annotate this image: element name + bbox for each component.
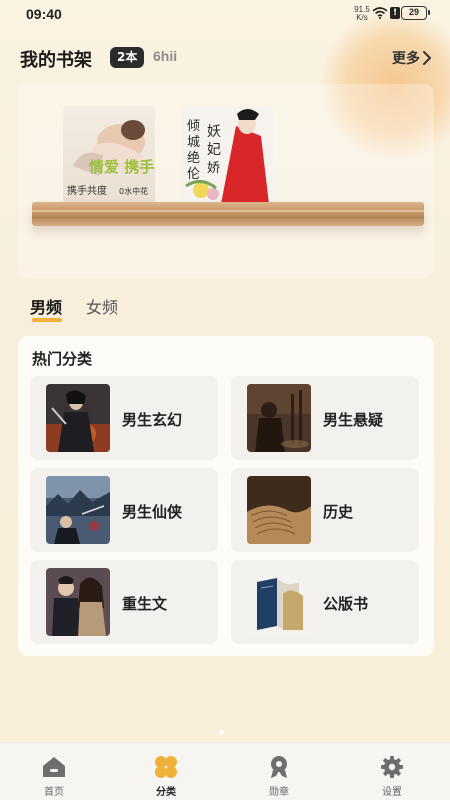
hot-categories-title: 热门分类 (32, 350, 93, 368)
category-card[interactable]: 公版书 (231, 560, 419, 644)
svg-text:绝: 绝 (187, 150, 200, 166)
hot-categories-panel: 热门分类 男生玄幻 男生悬疑 男生仙侠 历史 重生文 公版书 (18, 336, 434, 656)
book-cover-title: 情爱 携手共度 (89, 158, 155, 176)
bookshelf-header: 我的书架 2本 6hii 更多 (20, 44, 432, 74)
category-label: 男生悬疑 (323, 411, 384, 429)
bookshelf-card: 情爱 携手共度 携手共度 0水中花 倾 城 绝 伦 妖 妃 娇 (18, 84, 434, 278)
category-card[interactable]: 男生悬疑 (231, 376, 419, 460)
notification-icon: ! (390, 7, 400, 19)
category-card[interactable]: 男生仙侠 (30, 468, 218, 552)
svg-text:城: 城 (187, 135, 200, 150)
book-cover-author: 0水中花 (119, 186, 148, 196)
svg-text:娇: 娇 (207, 161, 220, 176)
category-icon (155, 756, 177, 778)
network-speed: 91.5 K/s (354, 5, 370, 22)
public-domain-cover (247, 568, 311, 636)
bookshelf-plank (32, 202, 424, 226)
category-label: 男生玄幻 (122, 411, 183, 429)
status-time: 09:40 (26, 6, 62, 22)
book-count-badge: 2本 (110, 47, 145, 68)
nav-label: 首页 (44, 787, 64, 798)
category-card[interactable]: 男生玄幻 (30, 376, 218, 460)
nav-home[interactable]: 首页 (24, 751, 84, 798)
nav-label: 分类 (156, 787, 176, 798)
nav-label: 设置 (382, 787, 402, 798)
nav-label: 勋章 (269, 787, 289, 798)
more-button[interactable]: 更多 (392, 48, 432, 68)
category-label: 公版书 (323, 595, 369, 613)
book-cover[interactable]: 情爱 携手共度 携手共度 0水中花 (63, 106, 155, 204)
bookshelf-title: 我的书架 (20, 50, 92, 71)
rebirth-cover (46, 568, 110, 636)
chevron-right-icon (423, 51, 431, 65)
svg-text:伦: 伦 (187, 167, 200, 182)
more-label: 更多 (392, 51, 420, 67)
svg-text:倾: 倾 (187, 119, 200, 134)
book-cover-art: 情爱 携手共度 携手共度 0水中花 (63, 106, 155, 204)
svg-text:妃: 妃 (207, 142, 221, 158)
page-indicator (0, 728, 450, 736)
active-tab-indicator (32, 318, 62, 322)
home-icon (43, 757, 65, 777)
category-label: 重生文 (122, 595, 168, 613)
tab-female[interactable]: 女频 (86, 294, 118, 318)
bottom-navigation: 首页 分类 勋章 设置 (0, 742, 450, 800)
battery-icon: 29 (401, 6, 430, 20)
settings-icon (381, 756, 403, 778)
medal-icon (271, 756, 287, 778)
tab-male[interactable]: 男频 (30, 294, 62, 318)
book-cover[interactable]: 倾 城 绝 伦 妖 妃 娇 (181, 106, 273, 204)
nav-category[interactable]: 分类 (136, 751, 196, 798)
svg-text:携手共度: 携手共度 (67, 184, 107, 197)
category-label: 历史 (323, 503, 354, 521)
book-cover-art: 倾 城 绝 伦 妖 妃 娇 (181, 106, 273, 204)
nav-settings[interactable]: 设置 (362, 751, 422, 798)
xianxia-cover (46, 476, 110, 544)
category-card[interactable]: 历史 (231, 468, 419, 552)
nav-medal[interactable]: 勋章 (249, 751, 309, 798)
status-bar: 09:40 91.5 K/s ! 29 (0, 0, 450, 30)
svg-text:妖: 妖 (207, 124, 221, 140)
wifi-icon (372, 7, 388, 19)
mystery-cover (247, 384, 311, 452)
category-card[interactable]: 重生文 (30, 560, 218, 644)
battery-level: 29 (408, 7, 419, 17)
category-label: 男生仙侠 (122, 503, 183, 521)
history-cover (247, 476, 311, 544)
fantasy-cover (46, 384, 110, 452)
bookshelf-extra-text: 6hii (153, 48, 178, 64)
page-dot (219, 730, 224, 735)
